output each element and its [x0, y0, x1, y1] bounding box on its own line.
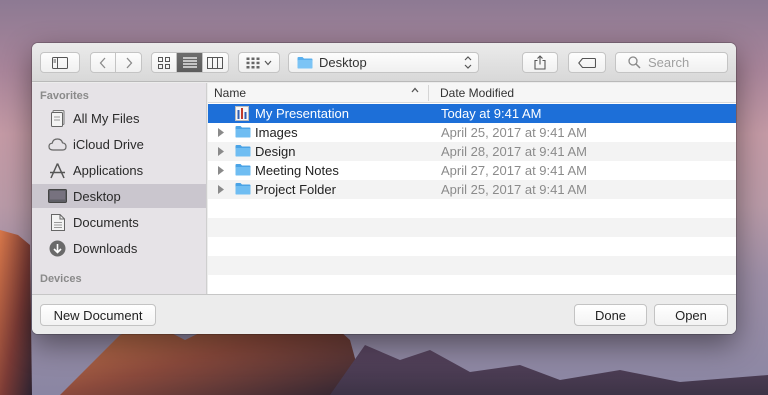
forward-button[interactable]	[116, 53, 141, 72]
file-dialog: Desktop Search Favorites All My Files iC…	[32, 43, 736, 334]
sidebar-item-label: Documents	[73, 214, 139, 230]
sidebar-item-label: Applications	[73, 162, 144, 178]
new-document-button[interactable]: New Document	[40, 304, 156, 326]
location-label: Desktop	[319, 55, 367, 70]
file-name: My Presentation	[255, 106, 349, 121]
folder-icon	[235, 164, 251, 176]
done-button[interactable]: Done	[574, 304, 647, 326]
empty-row	[208, 218, 736, 237]
arrange-grid-icon	[246, 57, 260, 68]
presentation-file-icon	[235, 106, 249, 121]
search-field[interactable]: Search	[615, 52, 728, 73]
sidebar-item-downloads[interactable]: Downloads	[32, 236, 206, 260]
sidebar-item-applications[interactable]: Applications	[32, 158, 206, 182]
file-date: April 25, 2017 at 9:41 AM	[441, 182, 587, 197]
file-row-project-folder[interactable]: Project Folder April 25, 2017 at 9:41 AM	[208, 180, 736, 199]
document-icon	[48, 213, 67, 232]
group-by-button[interactable]	[238, 52, 280, 73]
file-name: Meeting Notes	[255, 163, 339, 178]
disclosure-triangle-icon[interactable]	[218, 185, 224, 194]
view-mode-control	[151, 52, 229, 73]
sidebar-item-label: iCloud Drive	[73, 136, 144, 152]
column-view-button[interactable]	[203, 53, 228, 72]
sidebar-item-documents[interactable]: Documents	[32, 210, 206, 234]
icon-view-button[interactable]	[152, 53, 178, 72]
all-files-icon	[48, 109, 67, 128]
sidebar-icon	[52, 56, 68, 69]
file-name: Project Folder	[255, 182, 336, 197]
share-button[interactable]	[522, 52, 558, 73]
list-view-icon	[182, 57, 197, 68]
column-divider[interactable]	[428, 85, 429, 101]
column-header-date-modified[interactable]: Date Modified	[440, 86, 514, 100]
sidebar-header-favorites: Favorites	[40, 90, 89, 102]
file-date: April 28, 2017 at 9:41 AM	[441, 144, 587, 159]
sidebar-item-label: Desktop	[73, 188, 121, 204]
share-icon	[534, 55, 546, 70]
tag-icon	[578, 57, 596, 68]
disclosure-triangle-icon[interactable]	[218, 166, 224, 175]
folder-icon	[297, 57, 313, 69]
sidebar-item-icloud-drive[interactable]: iCloud Drive	[32, 132, 206, 156]
sidebar-header-devices: Devices	[40, 273, 82, 285]
sidebar-item-all-my-files[interactable]: All My Files	[32, 106, 206, 130]
file-row-meeting-notes[interactable]: Meeting Notes April 27, 2017 at 9:41 AM	[208, 161, 736, 180]
file-date: April 27, 2017 at 9:41 AM	[441, 163, 587, 178]
chevron-right-icon	[126, 57, 132, 68]
back-forward-control	[90, 52, 142, 73]
empty-row	[208, 256, 736, 275]
sort-ascending-icon	[411, 87, 419, 93]
toolbar: Desktop Search	[32, 43, 736, 82]
search-placeholder: Search	[648, 55, 690, 70]
file-row-images[interactable]: Images April 25, 2017 at 9:41 AM	[208, 123, 736, 142]
file-date: Today at 9:41 AM	[441, 106, 542, 121]
magnifier-icon	[628, 56, 641, 69]
empty-row	[208, 275, 736, 294]
column-header: Name Date Modified	[208, 83, 736, 103]
icon-view-icon	[158, 56, 171, 69]
column-header-name[interactable]: Name	[214, 86, 246, 100]
sidebar-item-desktop[interactable]: Desktop	[32, 184, 206, 208]
sidebar-item-label: All My Files	[73, 110, 140, 126]
back-button[interactable]	[91, 53, 117, 72]
folder-icon	[235, 183, 251, 195]
file-name: Images	[255, 125, 298, 140]
tags-button[interactable]	[568, 52, 606, 73]
column-view-icon	[207, 56, 224, 69]
cloud-icon	[48, 135, 67, 154]
list-view-button[interactable]	[177, 53, 203, 72]
updown-chevron-icon	[464, 56, 472, 69]
applications-icon	[48, 161, 67, 180]
folder-icon	[235, 145, 251, 157]
empty-row	[208, 237, 736, 256]
download-icon	[48, 239, 67, 258]
bottom-bar: New Document Done Open	[32, 294, 736, 334]
open-button[interactable]: Open	[654, 304, 728, 326]
sidebar: Favorites All My Files iCloud Drive Appl…	[32, 83, 207, 294]
file-date: April 25, 2017 at 9:41 AM	[441, 125, 587, 140]
location-popup[interactable]: Desktop	[288, 52, 479, 73]
file-row-my-presentation[interactable]: My Presentation Today at 9:41 AM	[208, 104, 736, 123]
desktop-icon	[48, 187, 67, 206]
file-list: Name Date Modified My Presentation Today…	[208, 83, 736, 294]
folder-icon	[235, 126, 251, 138]
sidebar-toggle-button[interactable]	[40, 52, 80, 73]
chevron-left-icon	[99, 57, 106, 68]
empty-row	[208, 199, 736, 218]
chevron-down-icon	[264, 60, 272, 65]
sidebar-item-label: Downloads	[73, 240, 138, 256]
file-row-design[interactable]: Design April 28, 2017 at 9:41 AM	[208, 142, 736, 161]
disclosure-triangle-icon[interactable]	[218, 147, 224, 156]
file-name: Design	[255, 144, 296, 159]
disclosure-triangle-icon[interactable]	[218, 128, 224, 137]
